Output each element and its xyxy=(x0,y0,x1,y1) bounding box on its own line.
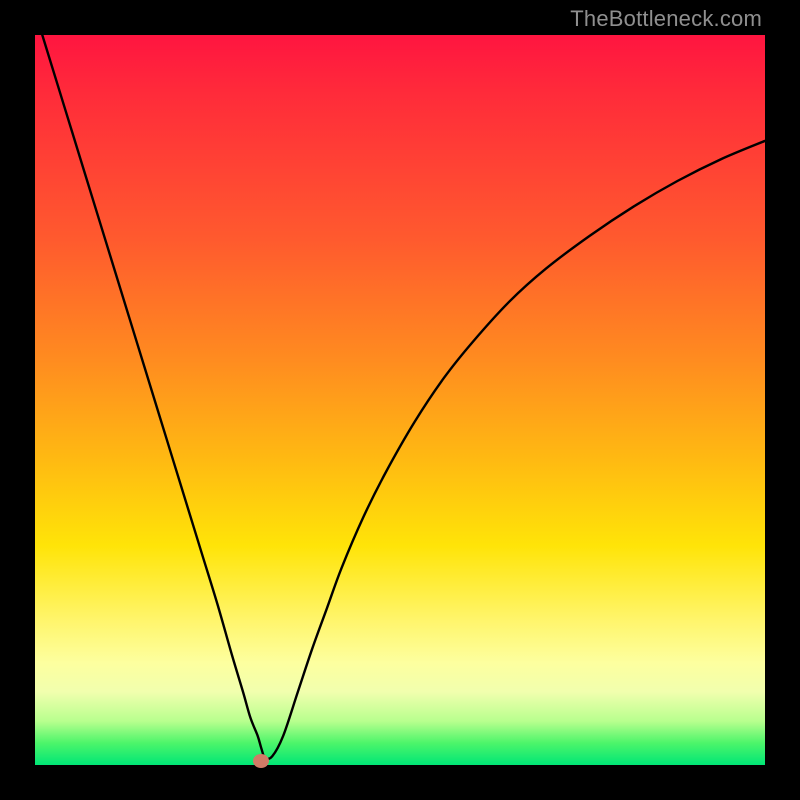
attribution-label: TheBottleneck.com xyxy=(570,6,762,32)
bottleneck-curve xyxy=(35,35,765,765)
plot-area xyxy=(35,35,765,765)
chart-frame: TheBottleneck.com xyxy=(0,0,800,800)
curve-path xyxy=(42,35,765,759)
optimal-point-marker xyxy=(253,754,269,768)
